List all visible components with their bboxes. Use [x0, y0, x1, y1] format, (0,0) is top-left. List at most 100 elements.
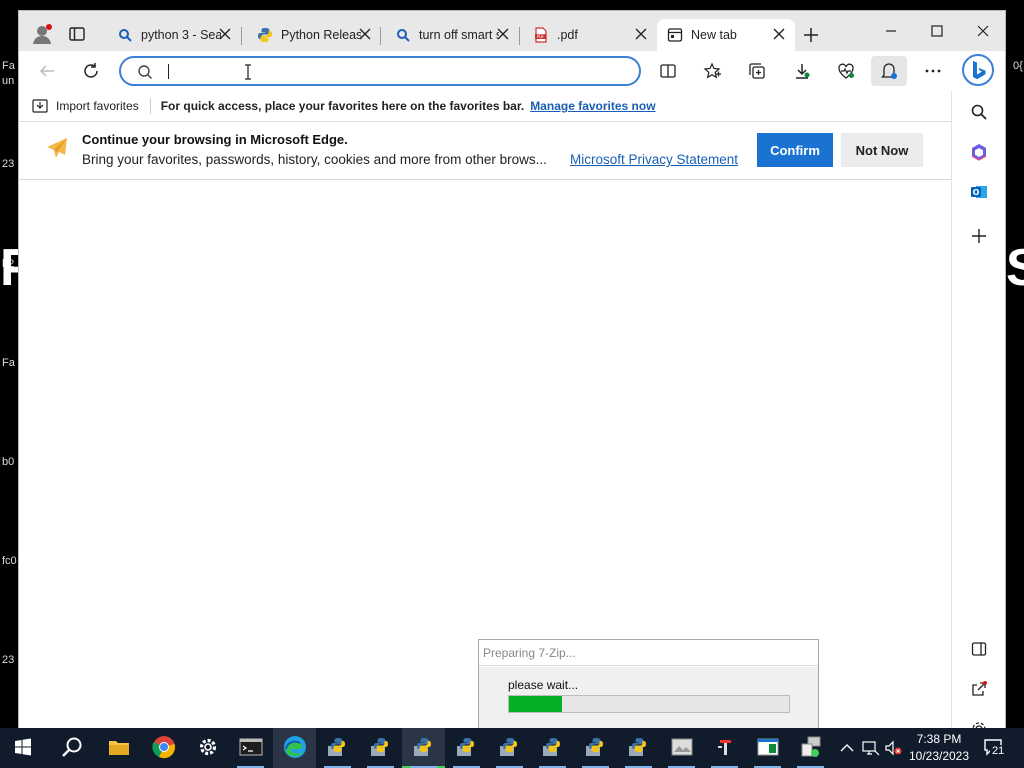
taskbar-window-app[interactable] — [746, 728, 789, 768]
privacy-statement-link[interactable]: Microsoft Privacy Statement — [570, 152, 738, 167]
confirm-button[interactable]: Confirm — [757, 133, 833, 167]
taskbar-python-installer[interactable] — [488, 728, 531, 768]
taskbar-settings[interactable] — [186, 728, 229, 768]
taskbar-network-app[interactable] — [789, 728, 832, 768]
sidebar-add-icon[interactable] — [969, 226, 989, 246]
terminal-icon — [239, 738, 263, 759]
python-installer-icon — [498, 736, 522, 761]
svg-text:O: O — [973, 188, 980, 197]
refresh-button[interactable] — [81, 61, 101, 81]
close-icon[interactable] — [773, 28, 785, 40]
paper-plane-icon — [45, 136, 69, 160]
taskbar-python-installer[interactable] — [402, 728, 445, 768]
tab-python-search[interactable]: python 3 - Search — [107, 19, 241, 51]
clock-time: 7:38 PM — [916, 732, 962, 746]
taskbar-python-installer[interactable] — [617, 728, 660, 768]
import-favorites-button[interactable]: Import favorites — [32, 99, 139, 113]
sidebar-office-icon[interactable] — [969, 142, 989, 162]
python-installer-icon — [369, 736, 393, 761]
volume-muted-icon[interactable] — [884, 739, 902, 757]
search-icon — [117, 27, 133, 43]
bing-copilot-icon[interactable] — [962, 54, 994, 86]
import-icon — [32, 99, 48, 113]
taskbar-tool-app[interactable] — [703, 728, 746, 768]
sidebar-toggle-icon[interactable] — [969, 639, 989, 659]
windows-logo-icon — [14, 738, 32, 759]
address-input[interactable] — [167, 62, 627, 80]
banner-title: Continue your browsing in Microsoft Edge… — [82, 132, 348, 147]
sidebar-outlook-icon[interactable]: O — [969, 182, 989, 202]
progress-bar — [508, 695, 790, 713]
profile-avatar-icon[interactable] — [31, 23, 53, 45]
manage-favorites-link[interactable]: Manage favorites now — [530, 99, 655, 113]
search-icon — [61, 736, 83, 761]
favorites-button[interactable] — [702, 61, 722, 81]
divider — [149, 98, 151, 114]
taskbar-file-explorer[interactable] — [97, 728, 140, 768]
windows-taskbar: 7:38 PM 10/23/2023 21 — [0, 728, 1024, 768]
python-installer-icon — [541, 736, 565, 761]
taskbar-edge[interactable] — [273, 728, 316, 768]
dialog-title: Preparing 7-Zip... — [479, 640, 818, 666]
taskbar-python-installer[interactable] — [531, 728, 574, 768]
back-button[interactable] — [37, 61, 57, 81]
dialog-body: please wait... — [479, 667, 818, 733]
more-options-button[interactable] — [923, 61, 943, 81]
browser-essentials-button[interactable] — [836, 61, 856, 81]
taskbar-python-installer[interactable] — [316, 728, 359, 768]
taskbar-python-installer[interactable] — [445, 728, 488, 768]
tab-title: New tab — [691, 28, 737, 42]
system-clock[interactable]: 7:38 PM 10/23/2023 — [904, 731, 974, 765]
favorites-hint: For quick access, place your favorites h… — [160, 99, 525, 113]
desktop-text-fragment: 23 — [2, 158, 15, 170]
close-window-button[interactable] — [975, 23, 991, 39]
import-data-banner: Continue your browsing in Microsoft Edge… — [19, 122, 951, 180]
address-bar[interactable] — [119, 56, 641, 86]
desktop-text-fragment: 0{ — [1013, 60, 1023, 72]
python-installer-icon — [412, 736, 436, 761]
tool-icon — [715, 737, 735, 760]
external-link-icon[interactable] — [969, 679, 989, 699]
tab-turn-off-smartscreen[interactable]: turn off smart screen — [385, 19, 519, 51]
split-screen-button[interactable] — [658, 61, 678, 81]
tab-python-releases[interactable]: Python Releases — [247, 19, 381, 51]
taskbar-terminal[interactable] — [229, 728, 272, 768]
favorites-bar: Import favorites For quick access, place… — [19, 91, 951, 122]
not-now-button[interactable]: Not Now — [841, 133, 923, 167]
tab-new-tab[interactable]: New tab — [657, 19, 795, 51]
new-tab-button[interactable] — [803, 27, 819, 43]
desktop-text-fragment: un — [2, 75, 15, 87]
taskbar-chrome[interactable] — [142, 728, 185, 768]
close-icon[interactable] — [219, 28, 231, 40]
start-button[interactable] — [1, 728, 44, 768]
taskbar-python-installer[interactable] — [574, 728, 617, 768]
close-icon[interactable] — [497, 28, 509, 40]
collections-button[interactable] — [747, 61, 767, 81]
dialog-message: please wait... — [508, 678, 579, 692]
downloads-button[interactable] — [792, 61, 812, 81]
taskbar-python-installer[interactable] — [359, 728, 402, 768]
show-hidden-icons-chevron-icon[interactable] — [838, 739, 856, 757]
minimize-button[interactable] — [883, 23, 899, 39]
python-installer-icon — [326, 736, 350, 761]
tab-actions-icon[interactable] — [69, 26, 85, 42]
taskbar-search-button[interactable] — [50, 728, 93, 768]
sidebar-search-icon[interactable] — [969, 102, 989, 122]
python-installer-icon — [627, 736, 651, 761]
edge-browser-window: python 3 - Search Python Releases turn o… — [18, 10, 1006, 736]
maximize-button[interactable] — [929, 23, 945, 39]
file-explorer-icon — [108, 738, 130, 759]
notifications-button[interactable] — [871, 56, 907, 86]
network-icon[interactable] — [862, 739, 880, 757]
progress-fill — [509, 696, 563, 712]
desktop-text-fragment: Fa — [2, 357, 15, 369]
tab-title: python 3 - Search — [141, 28, 221, 42]
close-icon[interactable] — [635, 28, 647, 40]
7zip-preparing-dialog: Preparing 7-Zip... please wait... — [478, 639, 819, 734]
text-caret — [168, 64, 169, 79]
taskbar-image-viewer[interactable] — [660, 728, 703, 768]
close-icon[interactable] — [359, 28, 371, 40]
newtab-icon — [667, 27, 683, 43]
tab-pdf[interactable]: PDF .pdf — [523, 19, 657, 51]
tab-divider — [380, 27, 381, 45]
